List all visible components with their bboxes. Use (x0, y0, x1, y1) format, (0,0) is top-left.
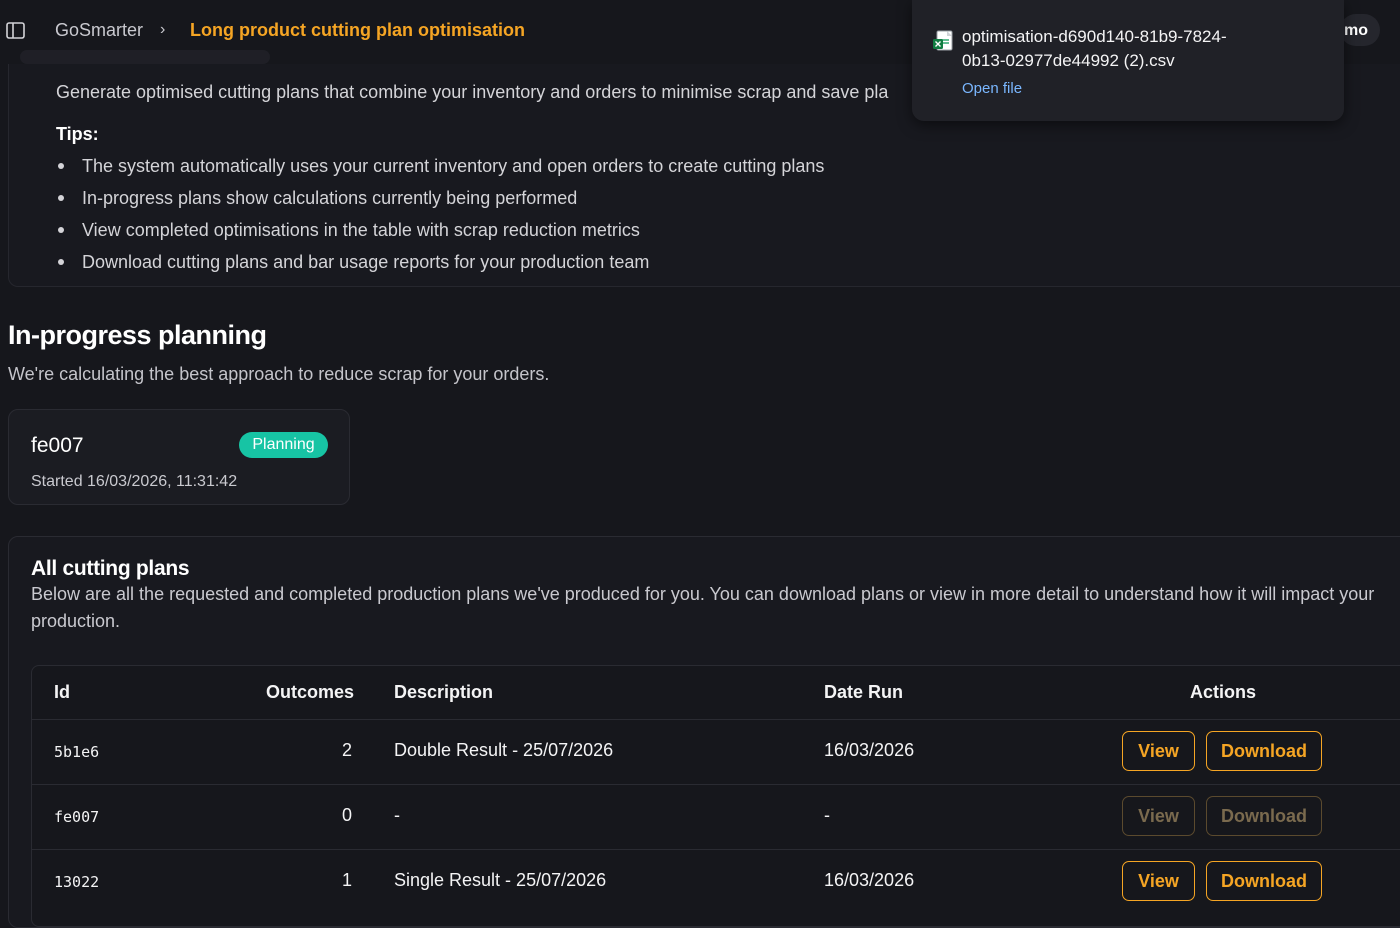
user-label[interactable]: mo (1344, 22, 1368, 40)
in-progress-heading: In-progress planning (8, 320, 267, 350)
row-id: 5b1e6 (54, 743, 100, 761)
table-row: 5b1e6 2 Double Result - 25/07/2026 16/03… (32, 719, 1400, 784)
column-header-id: Id (54, 682, 70, 702)
sidebar-toggle-icon[interactable] (6, 22, 25, 39)
tip-item: Download cutting plans and bar usage rep… (56, 248, 824, 280)
all-plans-card: All cutting plans Below are all the requ… (8, 536, 1400, 928)
column-header-date-run: Date Run (824, 682, 904, 702)
row-outcomes: 2 (341, 740, 352, 760)
column-header-actions: Actions (1190, 682, 1257, 702)
intro-text: Generate optimised cutting plans that co… (56, 82, 889, 102)
tips-heading: Tips: (56, 124, 99, 144)
row-date-run: 16/03/2026 (824, 870, 915, 890)
tip-item: View completed optimisations in the tabl… (56, 216, 824, 248)
cutting-plans-table: Id Outcomes Description Date Run Actions… (31, 665, 1400, 927)
download-button[interactable]: Download (1206, 796, 1322, 836)
in-progress-plan-card[interactable]: fe007 Planning Started 16/03/2026, 11:31… (8, 409, 350, 505)
view-button[interactable]: View (1122, 861, 1195, 901)
breadcrumb-root-link[interactable]: GoSmarter (55, 20, 143, 41)
plan-id: fe007 (31, 434, 84, 457)
row-outcomes: 1 (341, 870, 352, 890)
row-date-run: 16/03/2026 (824, 740, 915, 760)
in-progress-subtitle: We're calculating the best approach to r… (8, 364, 550, 384)
row-id: fe007 (54, 808, 100, 826)
tip-item: In-progress plans show calculations curr… (56, 184, 824, 216)
breadcrumb-current: Long product cutting plan optimisation (190, 20, 525, 40)
row-id: 13022 (54, 873, 100, 891)
tip-item: The system automatically uses your curre… (56, 152, 824, 184)
chevron-right-icon: › (160, 21, 166, 38)
row-date-run: - (824, 805, 830, 825)
open-file-link[interactable]: Open file (962, 80, 1022, 97)
tips-list: The system automatically uses your curre… (56, 152, 824, 280)
column-header-outcomes: Outcomes (266, 682, 355, 702)
all-plans-heading: All cutting plans (31, 557, 190, 580)
download-button[interactable]: Download (1206, 861, 1322, 901)
row-description: - (394, 805, 400, 825)
view-button[interactable]: View (1122, 731, 1195, 771)
table-row: 13022 1 Single Result - 25/07/2026 16/03… (32, 849, 1400, 914)
all-plans-description: Below are all the requested and complete… (31, 584, 1375, 631)
status-badge: Planning (239, 432, 328, 458)
plan-started-time: Started 16/03/2026, 11:31:42 (31, 473, 238, 490)
row-outcomes: 0 (341, 805, 352, 825)
blurred-text (20, 50, 270, 64)
table-row: fe007 0 - - View Download (32, 784, 1400, 849)
row-description: Single Result - 25/07/2026 (394, 870, 607, 890)
excel-file-icon (933, 30, 953, 51)
row-description: Double Result - 25/07/2026 (394, 740, 614, 760)
view-button[interactable]: View (1122, 796, 1195, 836)
column-header-description: Description (394, 682, 494, 702)
download-button[interactable]: Download (1206, 731, 1322, 771)
downloaded-filename: optimisation-d690d140-81b9-7824-0b13-029… (962, 27, 1227, 70)
download-notification: optimisation-d690d140-81b9-7824-0b13-029… (912, 0, 1344, 121)
